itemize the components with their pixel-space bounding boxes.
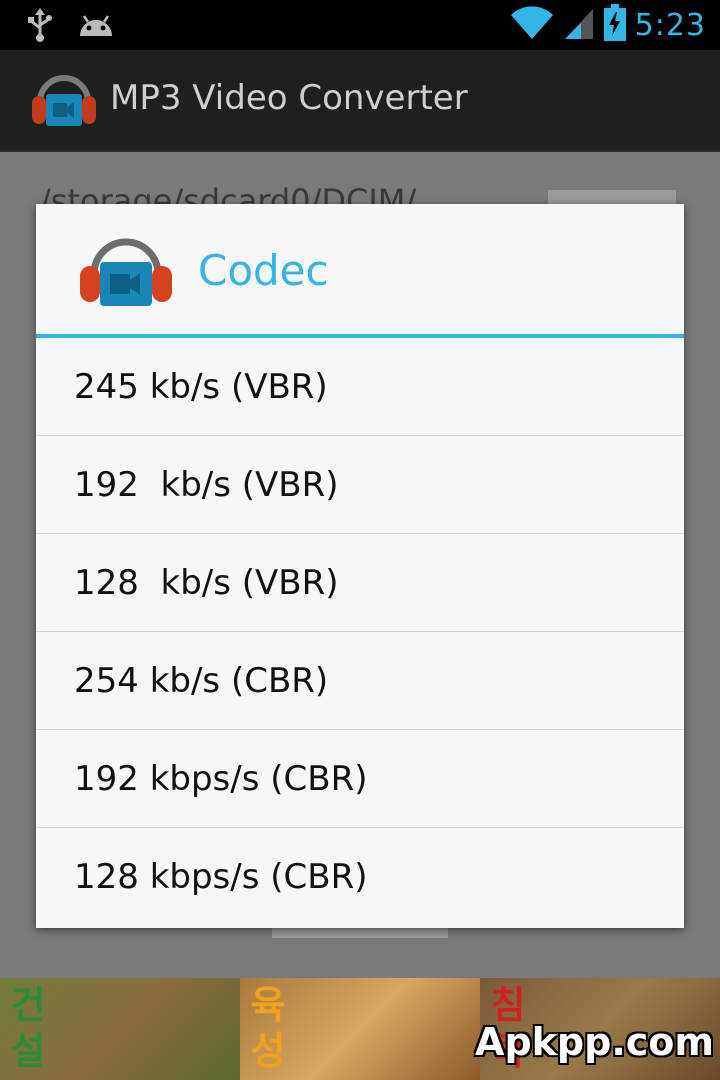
codec-option-128-vbr[interactable]: 128 kb/s (VBR) [36,534,684,632]
codec-option-254-cbr[interactable]: 254 kb/s (CBR) [36,632,684,730]
codec-option-192-cbr[interactable]: 192 kbps/s (CBR) [36,730,684,828]
codec-option-192-vbr[interactable]: 192 kb/s (VBR) [36,436,684,534]
codec-dialog: Codec 245 kb/s (VBR) 192 kb/s (VBR) 128 … [36,204,684,928]
codec-option-245-vbr[interactable]: 245 kb/s (VBR) [36,338,684,436]
ad-panel-build[interactable]: 건설 [0,978,240,1080]
codec-option-list: 245 kb/s (VBR) 192 kb/s (VBR) 128 kb/s (… [36,338,684,926]
signal-icon [563,5,595,45]
headphones-camera-icon [76,226,176,314]
ad-text-build: 건설 [10,983,46,1073]
wifi-icon [509,5,555,45]
status-bar: 5:23 [0,0,720,50]
battery-charging-icon [603,4,627,46]
ad-panel-train[interactable]: 육성 [240,978,480,1080]
dialog-title: Codec [198,246,329,295]
action-bar: MP3 Video Converter [0,50,720,152]
dialog-header: Codec [36,204,684,338]
ad-text-train: 육성 [250,983,286,1073]
codec-option-128-cbr[interactable]: 128 kbps/s (CBR) [36,828,684,926]
android-icon [76,10,116,44]
clock: 5:23 [634,7,706,43]
watermark: Apkpp.com [475,1020,714,1064]
app-title: MP3 Video Converter [110,78,468,118]
headphones-camera-icon[interactable] [26,66,102,134]
usb-icon [26,8,54,46]
